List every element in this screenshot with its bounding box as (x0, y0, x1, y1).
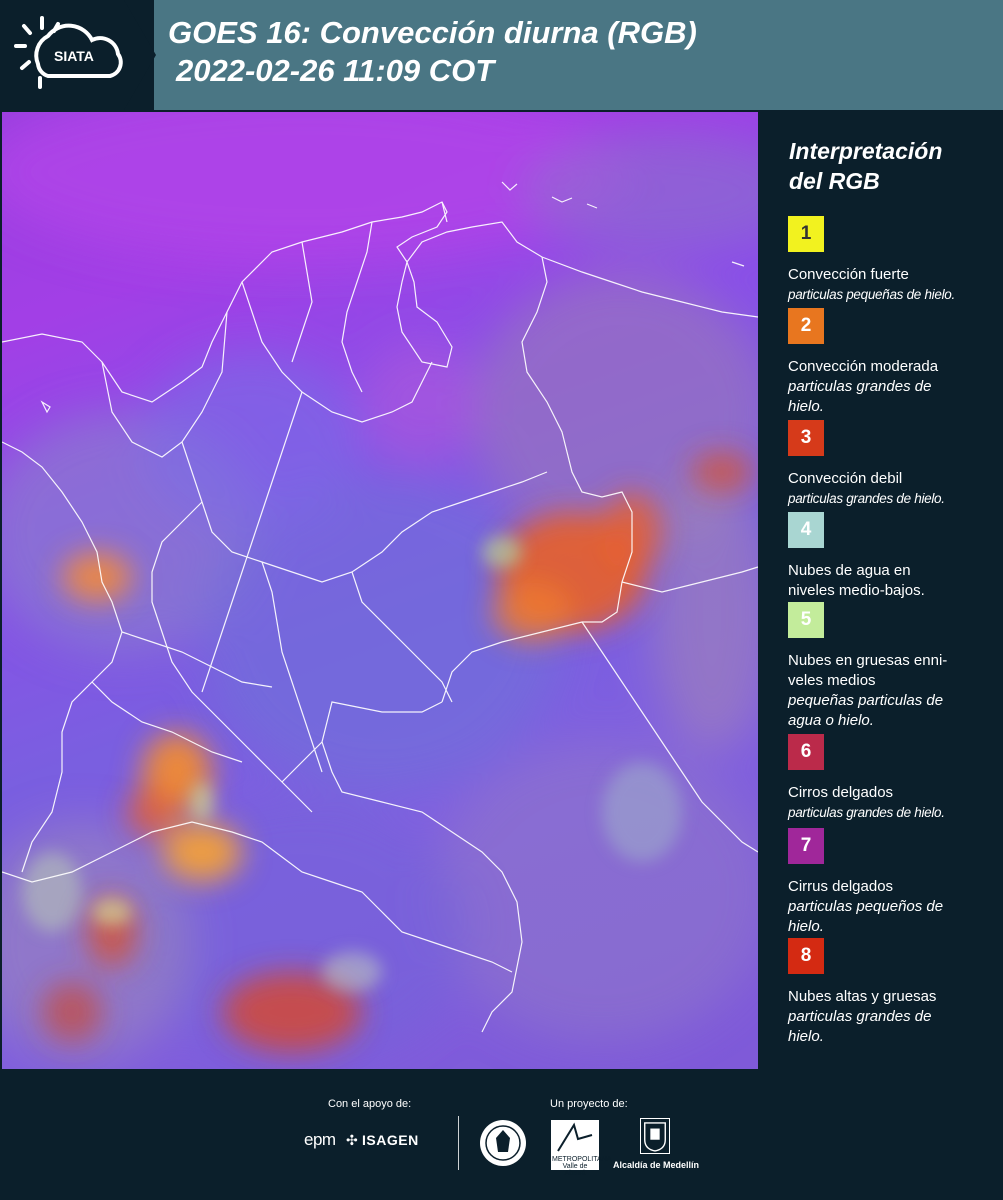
legend-item-6: 6 Cirros delgados particulas grandes de … (788, 734, 1000, 823)
legend-item-5: 5 Nubes en gruesas enni-veles medios peq… (788, 602, 1000, 731)
support-label: Con el apoyo de: (328, 1098, 412, 1110)
legend-number: 5 (800, 609, 812, 630)
legend-label: Cirros delgados (788, 784, 894, 801)
medellin-seal-icon (480, 1120, 526, 1166)
footer-bar: Con el apoyo de: Un proyecto de: epm ✣ I… (0, 1070, 1003, 1200)
legend-title-line2: del RGB (789, 168, 880, 194)
legend-label: Nubes en gruesas enni-veles medios (788, 652, 948, 689)
legend-swatch: 6 (788, 734, 824, 770)
page-timestamp: 2022-02-26 11:09 COT (176, 53, 495, 88)
legend-label: Cirrus delgados (788, 878, 894, 895)
legend-swatch: 5 (788, 602, 824, 638)
page-title: GOES 16: Convección diurna (RGB) (168, 15, 697, 50)
legend-sublabel: particulas pequeñas de hielo. (788, 287, 955, 302)
legend-item-8: 8 Nubes altas y gruesas particulas grand… (788, 938, 1000, 1047)
legend-label: Convección fuerte (788, 266, 909, 283)
logo-arrow (124, 0, 156, 110)
header-bar: SIATA GOES 16: Convección diurna (RGB) 2… (0, 0, 1003, 110)
legend-swatch: 7 (788, 828, 824, 864)
footer-divider (458, 1116, 459, 1170)
legend-label: Convección debil (788, 470, 903, 487)
legend-swatch: 4 (788, 512, 824, 548)
legend-number: 3 (800, 427, 812, 448)
siata-logo-text: SIATA (54, 48, 94, 64)
satellite-map (2, 112, 758, 1069)
legend-item-3: 3 Convección debil particulas grandes de… (788, 420, 1000, 509)
epm-logo: epm (304, 1130, 336, 1149)
legend-number: 4 (800, 519, 812, 540)
legend-item-4: 4 Nubes de agua en niveles medio-bajos. (788, 512, 1000, 601)
legend-swatch: 8 (788, 938, 824, 974)
legend-number: 8 (800, 945, 812, 966)
legend-number: 7 (800, 835, 812, 856)
legend-number: 1 (800, 223, 812, 244)
legend-swatch: 3 (788, 420, 824, 456)
legend-label: Nubes altas y gruesas (788, 988, 937, 1005)
legend-number: 6 (800, 741, 812, 762)
legend-sublabel: particulas grandes de hielo. (788, 378, 932, 415)
isagen-logo: ISAGEN (362, 1132, 419, 1148)
legend-item-1: 1 Convección fuerte particulas pequeñas … (788, 216, 1000, 305)
map-canvas (2, 112, 758, 1062)
project-label: Un proyecto de: (550, 1098, 628, 1110)
isagen-logo-icon: ✣ (346, 1132, 358, 1148)
legend-panel: Interpretación del RGB 1 Convección fuer… (764, 112, 1003, 1070)
alcaldia-text: Alcaldía de Medellín (613, 1160, 700, 1170)
siata-logo-icon: SIATA (14, 16, 123, 89)
legend-label: Convección moderada (788, 358, 939, 375)
legend-sublabel: particulas pequeños de hielo. (788, 898, 944, 935)
alcaldia-shield-icon (640, 1118, 670, 1154)
legend-swatch: 1 (788, 216, 824, 252)
legend-number: 2 (800, 315, 812, 336)
legend-sublabel: particulas grandes de hielo. (788, 491, 945, 506)
area-metropolitana-text: METROPOLITANA Valle de Aburrá (552, 1156, 612, 1177)
legend-sublabel: particulas grandes de hielo. (788, 1008, 932, 1045)
area-logo-icon (557, 1122, 593, 1152)
legend-sublabel: pequeñas particulas de agua o hielo. (788, 692, 944, 729)
legend-title: Interpretación del RGB (789, 136, 942, 196)
legend-item-7: 7 Cirrus delgados particulas pequeños de… (788, 828, 1000, 937)
legend-label: Nubes de agua en niveles medio-bajos. (788, 562, 925, 599)
legend-sublabel: particulas grandes de hielo. (788, 805, 945, 820)
legend-title-line1: Interpretación (789, 138, 943, 164)
legend-item-2: 2 Convección moderada particulas grandes… (788, 308, 1000, 417)
legend-swatch: 2 (788, 308, 824, 344)
